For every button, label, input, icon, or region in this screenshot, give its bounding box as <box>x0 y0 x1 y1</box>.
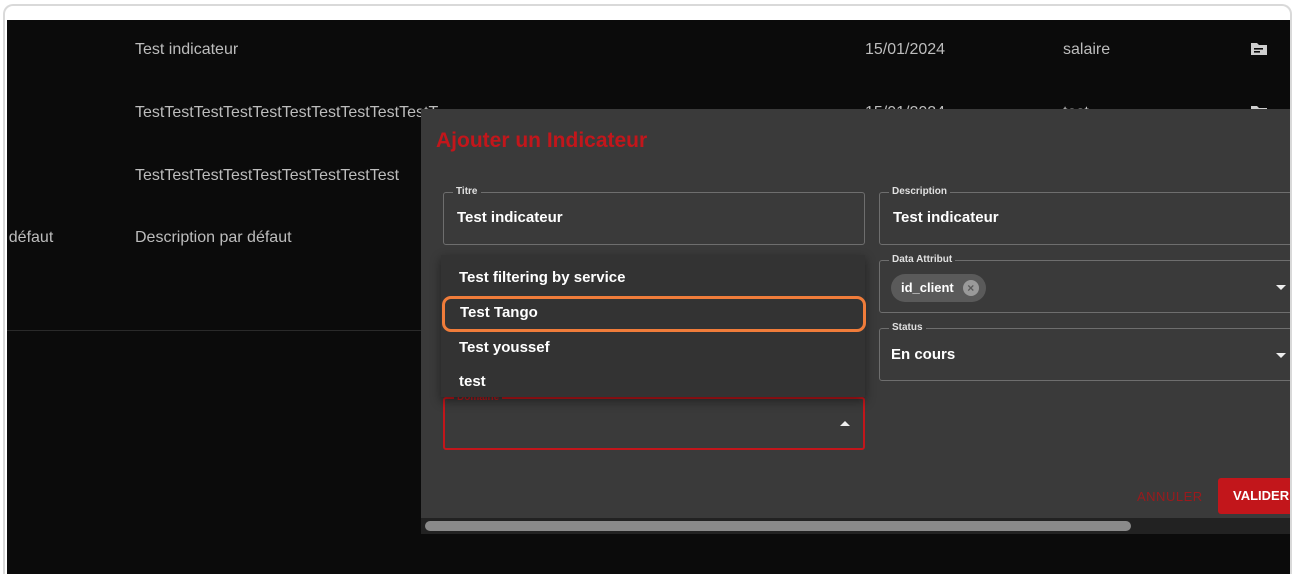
dialog-title: Ajouter un Indicateur <box>436 129 648 152</box>
table-row[interactable]: Test indicateur 15/01/2024 salaire <box>7 41 1290 101</box>
table-cell-name: TestTestTestTestTestTestTestTestTest <box>135 167 400 184</box>
domaine-select[interactable]: Domaine <box>443 392 865 450</box>
description-field[interactable]: Description Test indicateur <box>879 186 1290 245</box>
horizontal-scrollbar[interactable] <box>421 518 1290 534</box>
window-frame: Test indicateur 15/01/2024 salaire TestT… <box>3 4 1292 574</box>
description-label: Description <box>889 186 951 198</box>
table-cell: r défaut <box>7 229 54 246</box>
chip-label: id_client <box>901 280 954 295</box>
status-label: Status <box>889 322 926 334</box>
table-cell-name: TestTestTestTestTestTestTestTestTestTest… <box>135 104 439 121</box>
titre-value: Test indicateur <box>457 209 563 226</box>
data-attribut-select[interactable]: Data Attribut id_client × <box>879 254 1290 313</box>
scrollbar-thumb[interactable] <box>425 521 1131 531</box>
status-value: En cours <box>891 346 956 363</box>
titre-label: Titre <box>453 186 481 198</box>
domaine-dropdown-menu: Test filtering by service Test Tango Tes… <box>441 255 866 399</box>
table-cell-date: 15/01/2024 <box>865 41 946 58</box>
titre-field[interactable]: Titre Test indicateur <box>443 186 865 245</box>
description-value: Test indicateur <box>893 209 999 226</box>
dropdown-option[interactable]: test <box>441 365 865 399</box>
dropdown-option[interactable]: Test filtering by service <box>441 261 865 295</box>
data-attribut-label: Data Attribut <box>889 254 956 266</box>
validate-button[interactable]: VALIDER <box>1218 478 1290 514</box>
chip-remove-icon[interactable]: × <box>962 280 979 296</box>
app-background: Test indicateur 15/01/2024 salaire TestT… <box>7 20 1290 574</box>
table-cell-type: salaire <box>1063 41 1111 58</box>
chevron-up-icon[interactable] <box>840 421 850 426</box>
table-cell-name: Test indicateur <box>135 41 239 58</box>
chevron-down-icon[interactable] <box>1276 353 1286 358</box>
dropdown-option-highlighted[interactable]: Test Tango <box>442 296 866 332</box>
add-indicator-dialog: Ajouter un Indicateur Titre Test indicat… <box>421 109 1290 534</box>
dropdown-option[interactable]: Test youssef <box>441 331 865 365</box>
chevron-down-icon[interactable] <box>1276 285 1286 290</box>
table-cell-description: Description par défaut <box>135 229 292 246</box>
status-select[interactable]: Status En cours <box>879 322 1290 381</box>
cancel-button[interactable]: ANNULER <box>1137 489 1203 504</box>
folder-icon[interactable] <box>1250 41 1268 56</box>
attribute-chip[interactable]: id_client × <box>891 274 986 302</box>
